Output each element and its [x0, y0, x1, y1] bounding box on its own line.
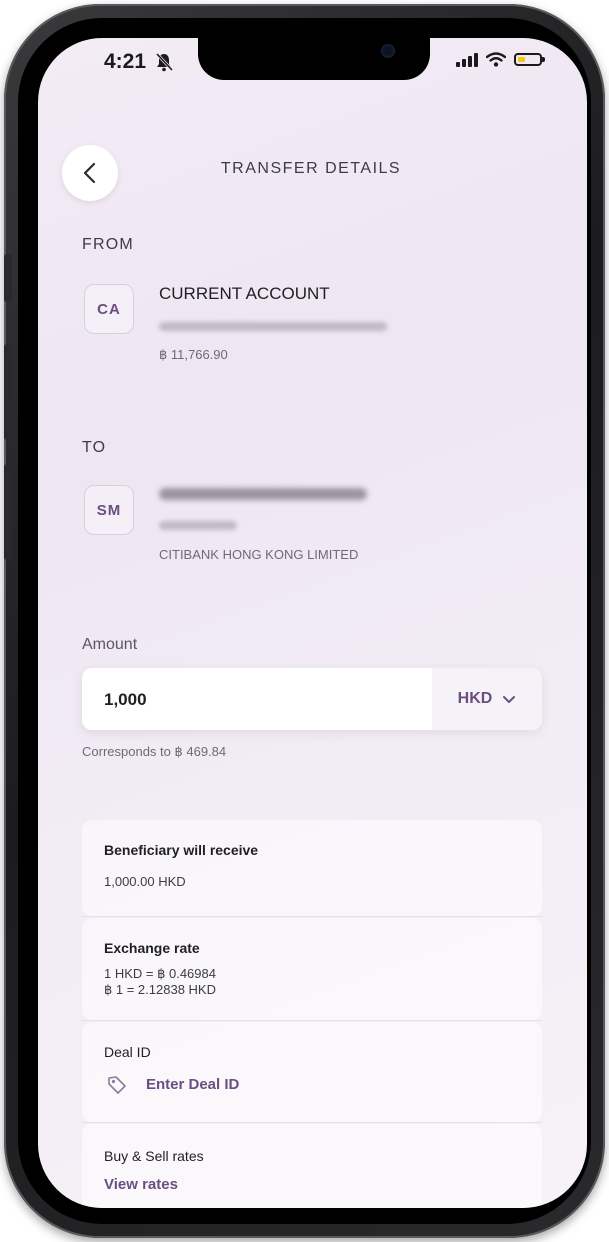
divider	[82, 1122, 542, 1123]
page-title: TRANSFER DETAILS	[220, 160, 402, 177]
currency-dropdown[interactable]: HKD	[432, 668, 542, 730]
from-account-number-redacted	[159, 322, 387, 331]
exchange-rate-card: Exchange rate 1 HKD = ฿ 0.46984 ฿ 1 = 2.…	[82, 918, 542, 1020]
from-label: FROM	[82, 236, 134, 253]
signal-icon	[456, 52, 478, 67]
buy-sell-rates-title: Buy & Sell rates	[104, 1148, 204, 1164]
back-button[interactable]	[62, 145, 118, 201]
buy-sell-rates-card: Buy & Sell rates View rates	[82, 1124, 542, 1208]
status-time: 4:21	[104, 50, 147, 73]
amount-input[interactable]	[102, 668, 406, 732]
beneficiary-bank-name: CITIBANK HONG KONG LIMITED	[159, 547, 359, 562]
deal-id-title: Deal ID	[104, 1044, 151, 1060]
exchange-rate-line-2: ฿ 1 = 2.12838 HKD	[104, 982, 216, 997]
chevron-down-icon	[503, 696, 516, 703]
beneficiary-receive-title: Beneficiary will receive	[104, 842, 259, 858]
tag-icon	[108, 1076, 126, 1094]
beneficiary-receive-card: Beneficiary will receive 1,000.00 HKD	[82, 820, 542, 916]
currency-value: HKD	[457, 690, 493, 707]
to-label: TO	[82, 439, 107, 456]
beneficiary-receive-value: 1,000.00 HKD	[104, 874, 186, 889]
exchange-rate-line-1: 1 HKD = ฿ 0.46984	[104, 966, 216, 981]
from-account-balance: ฿ 11,766.90	[159, 347, 228, 362]
amount-field-container: HKD	[82, 668, 542, 732]
mute-switch	[4, 254, 12, 302]
from-account-name: CURRENT ACCOUNT	[159, 284, 330, 303]
front-camera	[381, 44, 395, 58]
chevron-left-icon	[83, 162, 96, 184]
bell-muted-icon	[155, 52, 174, 72]
view-rates-link[interactable]: View rates	[104, 1176, 178, 1193]
to-account-badge: SM	[84, 485, 134, 535]
notch	[198, 38, 430, 80]
divider	[82, 916, 542, 917]
status-icons	[456, 52, 545, 67]
exchange-rate-title: Exchange rate	[104, 940, 200, 956]
enter-deal-id-link[interactable]: Enter Deal ID	[146, 1076, 239, 1093]
volume-up-button	[4, 344, 12, 440]
beneficiary-account-redacted	[159, 521, 237, 530]
wifi-icon	[486, 52, 506, 67]
battery-low-icon	[514, 53, 545, 66]
divider	[82, 1020, 542, 1021]
beneficiary-name-redacted	[159, 488, 367, 500]
from-account-badge: CA	[84, 284, 134, 334]
deal-id-card: Deal ID Enter Deal ID	[82, 1022, 542, 1122]
amount-label: Amount	[82, 636, 138, 653]
volume-down-button	[4, 464, 12, 560]
amount-conversion-note: Corresponds to ฿ 469.84	[82, 744, 227, 759]
app-screen: 4:21 TRANSFER DETAILS FROM CA CURRENT AC…	[38, 38, 587, 1208]
